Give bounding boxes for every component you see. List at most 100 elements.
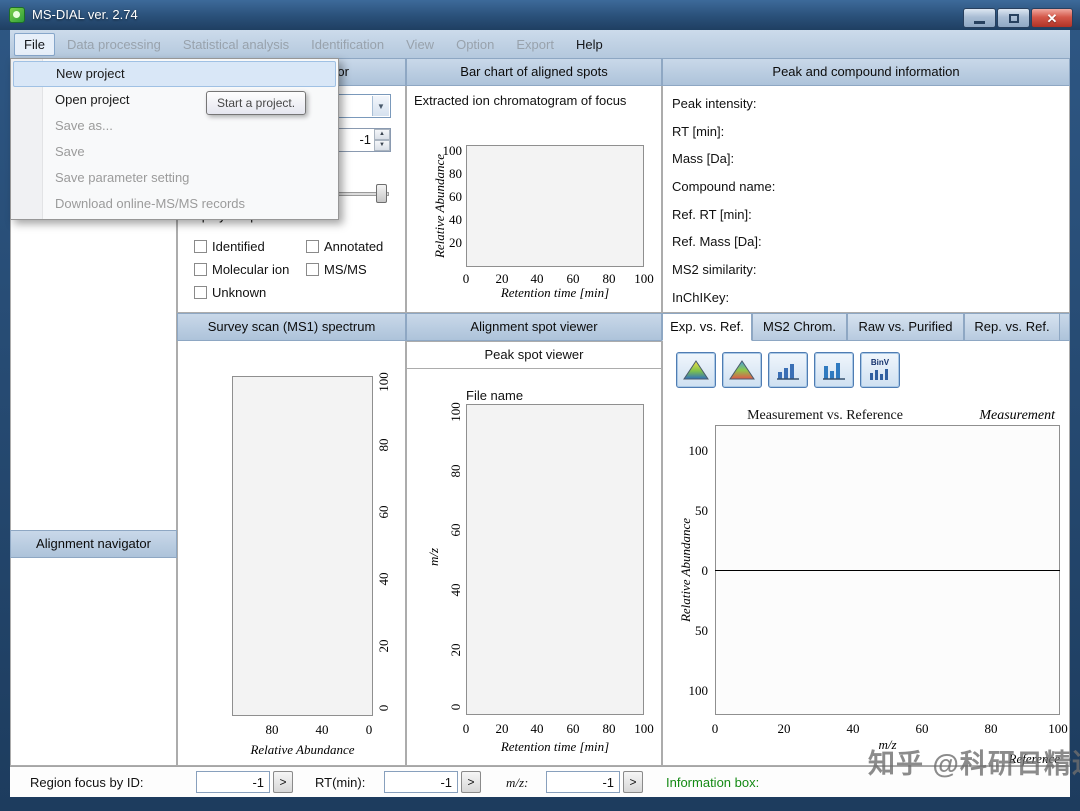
bar-chart-icon bbox=[777, 364, 799, 380]
information-box-label: Information box: bbox=[666, 775, 760, 790]
tab-exp-vs-ref[interactable]: Exp. vs. Ref. bbox=[662, 313, 752, 341]
menu-data-processing: Data processing bbox=[66, 36, 161, 52]
axis-tick: 20 bbox=[376, 639, 391, 653]
watermark: 知乎 @科研日精进 bbox=[868, 749, 1080, 779]
maximize-button[interactable] bbox=[997, 8, 1030, 28]
rt-go-button[interactable]: > bbox=[461, 771, 481, 793]
rt-min-label: RT(min): bbox=[315, 775, 366, 790]
survey-scan-plot[interactable] bbox=[232, 376, 373, 716]
peak-intensity-label: Peak intensity: bbox=[672, 96, 757, 111]
ms2-similarity-label: MS2 similarity: bbox=[672, 262, 757, 277]
rt-label: RT [min]: bbox=[672, 124, 725, 139]
file-menu-popup: New project Open project Save as... Save… bbox=[10, 58, 339, 220]
bar-chart-y-axis-label: Relative Abundance bbox=[432, 153, 447, 259]
spot-viewer-x-axis-label: Retention time [min] bbox=[500, 739, 610, 754]
spectrum-triangle-button[interactable] bbox=[676, 352, 716, 388]
rt-input[interactable] bbox=[384, 771, 458, 793]
filter-annotated-label: Annotated bbox=[324, 239, 384, 254]
axis-tick: 100 bbox=[448, 402, 463, 422]
spectrum-triangle-alt-button[interactable] bbox=[722, 352, 762, 388]
axis-tick: 80 bbox=[376, 438, 391, 452]
filter-unknown-checkbox[interactable] bbox=[194, 286, 207, 299]
filter-molecular-ion-checkbox[interactable] bbox=[194, 263, 207, 276]
ref-rt-label: Ref. RT [min]: bbox=[672, 207, 752, 222]
mirror-y-axis-label: Relative Abundance bbox=[678, 517, 693, 623]
peak-spot-viewer-tab[interactable]: Peak spot viewer bbox=[406, 341, 662, 369]
region-go-button[interactable]: > bbox=[273, 771, 293, 793]
stepper-up-icon[interactable]: ▲ bbox=[374, 129, 390, 140]
menu-file[interactable]: File bbox=[14, 32, 55, 56]
mz-go-button[interactable]: > bbox=[623, 771, 643, 793]
axis-tick: 60 bbox=[566, 721, 580, 736]
menu-item-new-project[interactable]: New project bbox=[13, 61, 336, 87]
menu-bar: File Data processing Statistical analysi… bbox=[10, 30, 1070, 58]
compound-name-label: Compound name: bbox=[672, 179, 776, 194]
triangle-plot-icon bbox=[683, 360, 709, 380]
axis-tick: 60 bbox=[376, 505, 391, 519]
compound-info-header: Peak and compound information bbox=[662, 58, 1070, 86]
axis-tick: 60 bbox=[915, 721, 929, 736]
axis-tick: 50 bbox=[695, 623, 708, 638]
eic-subheader: Extracted ion chromatogram of focus bbox=[414, 93, 627, 108]
tab-rep-vs-ref[interactable]: Rep. vs. Ref. bbox=[964, 313, 1060, 341]
filter-molecular-ion-label: Molecular ion bbox=[212, 262, 290, 277]
menu-option: Option bbox=[456, 36, 495, 52]
filter-unknown-label: Unknown bbox=[212, 285, 267, 300]
region-focus-input[interactable] bbox=[196, 771, 270, 793]
filter-annotated-checkbox[interactable] bbox=[306, 240, 319, 253]
menu-item-save-parameter-setting: Save parameter setting bbox=[55, 170, 190, 185]
axis-tick: 50 bbox=[695, 503, 708, 518]
axis-tick: 20 bbox=[495, 721, 509, 736]
minimize-button[interactable] bbox=[963, 8, 996, 28]
axis-tick: 100 bbox=[1048, 721, 1068, 736]
bar-chart-header: Bar chart of aligned spots bbox=[406, 58, 662, 86]
alignment-navigator-header: Alignment navigator bbox=[10, 530, 177, 558]
axis-tick: 40 bbox=[448, 583, 463, 597]
filter-msms-checkbox[interactable] bbox=[306, 263, 319, 276]
bar-chart-plot[interactable] bbox=[466, 145, 644, 267]
window-title: MS-DIAL ver. 2.74 bbox=[32, 7, 138, 22]
peak-spot-plot[interactable] bbox=[466, 404, 644, 715]
axis-tick: 40 bbox=[376, 572, 391, 586]
filter-identified-label: Identified bbox=[212, 239, 265, 254]
file-name-label: File name bbox=[466, 388, 524, 403]
histogram-view-button[interactable] bbox=[814, 352, 854, 388]
axis-tick: 20 bbox=[448, 643, 463, 657]
filter-identified-checkbox[interactable] bbox=[194, 240, 207, 253]
menu-identification: Identification bbox=[311, 36, 385, 52]
stepper-down-icon[interactable]: ▼ bbox=[374, 140, 390, 151]
title-bar: MS-DIAL ver. 2.74 ✕ bbox=[0, 0, 1080, 30]
binv-bars-icon bbox=[870, 369, 888, 380]
histogram-icon bbox=[823, 363, 845, 380]
tab-raw-vs-purified[interactable]: Raw vs. Purified bbox=[847, 313, 964, 341]
binv-view-button[interactable]: BinV bbox=[860, 352, 900, 388]
measurement-label: Measurement bbox=[979, 408, 1055, 423]
minimize-icon bbox=[974, 20, 985, 24]
menu-help[interactable]: Help bbox=[566, 33, 613, 56]
inchikey-label: InChIKey: bbox=[672, 290, 730, 305]
mz-label: m/z: bbox=[506, 775, 529, 790]
close-button[interactable]: ✕ bbox=[1031, 8, 1073, 28]
ref-mass-label: Ref. Mass [Da]: bbox=[672, 234, 762, 249]
chevron-down-icon[interactable]: ▼ bbox=[372, 96, 389, 116]
axis-tick: 0 bbox=[462, 721, 470, 736]
slider-handle[interactable] bbox=[376, 184, 387, 203]
axis-tick: 80 bbox=[448, 464, 463, 478]
axis-tick: 100 bbox=[688, 683, 709, 698]
menu-item-save: Save bbox=[55, 144, 85, 159]
axis-tick: 100 bbox=[634, 721, 654, 736]
menu-export: Export bbox=[516, 36, 554, 52]
axis-tick: 40 bbox=[846, 721, 860, 736]
app-icon bbox=[9, 7, 25, 23]
axis-tick: 40 bbox=[530, 721, 544, 736]
alignment-spot-viewer-header: Alignment spot viewer bbox=[406, 313, 662, 341]
mz-input[interactable] bbox=[546, 771, 620, 793]
axis-tick: 0 bbox=[448, 703, 463, 711]
bar-view-button[interactable] bbox=[768, 352, 808, 388]
axis-tick: 20 bbox=[777, 721, 791, 736]
menu-view: View bbox=[406, 36, 435, 52]
axis-tick: 100 bbox=[688, 443, 709, 458]
bar-chart-x-axis-label: Retention time [min] bbox=[500, 285, 610, 300]
tab-ms2-chrom[interactable]: MS2 Chrom. bbox=[752, 313, 847, 341]
axis-tick: 0 bbox=[711, 721, 719, 736]
